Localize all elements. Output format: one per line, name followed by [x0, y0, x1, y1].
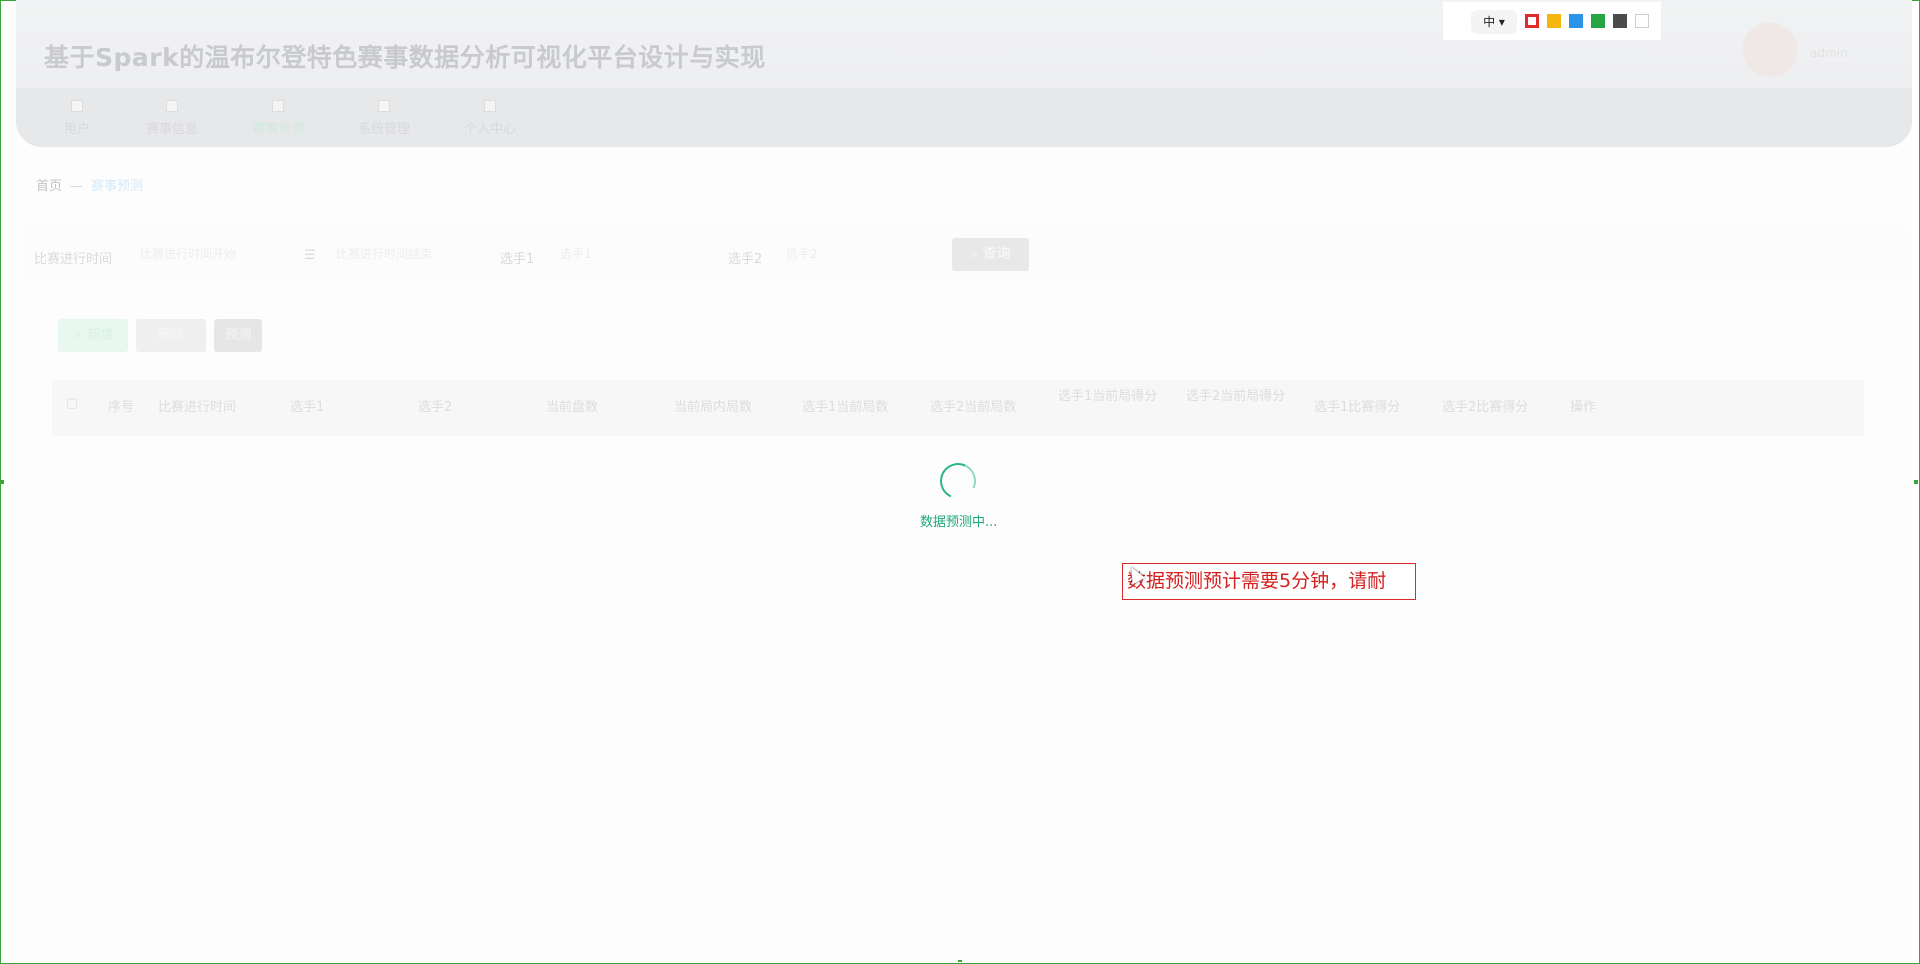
color-swatch-dark[interactable] — [1613, 14, 1627, 28]
nav-item-profile[interactable]: 个人中心 — [464, 100, 516, 137]
column-header[interactable]: 当前盘数 — [546, 396, 598, 415]
column-header[interactable]: 选手2 — [418, 396, 452, 415]
player1-label: 选手1 — [500, 252, 535, 267]
column-header[interactable]: 选手2当前局得分 — [1186, 386, 1298, 408]
column-header[interactable]: 选手2比赛得分 — [1442, 396, 1528, 415]
column-header[interactable]: 选手1当前局数 — [802, 396, 888, 415]
user-icon — [71, 100, 83, 112]
nav-item-system[interactable]: 系统管理 — [358, 100, 410, 137]
column-header[interactable]: 选手1比赛得分 — [1314, 396, 1400, 415]
resize-handle-right[interactable] — [1914, 480, 1918, 484]
time-end-input[interactable]: 比赛进行时间结束 — [336, 245, 432, 262]
nav-item-matches[interactable]: 赛事信息 — [146, 100, 198, 137]
nav-item-users[interactable]: 用户 — [64, 100, 90, 137]
color-swatch-green[interactable] — [1591, 14, 1605, 28]
column-header[interactable]: 选手1当前局得分 — [1058, 386, 1170, 408]
chart-icon — [272, 100, 284, 112]
breadcrumb-separator: — — [70, 179, 84, 194]
time-label: 比赛进行时间 — [34, 252, 113, 267]
player2-input[interactable]: 选手2 — [786, 245, 818, 262]
color-swatch-white[interactable] — [1635, 14, 1649, 28]
color-swatch-red[interactable] — [1525, 14, 1539, 28]
language-dropdown[interactable]: 中 ▾ — [1471, 10, 1517, 34]
user-name[interactable]: admin — [1810, 46, 1848, 60]
add-button[interactable]: + 新增 — [58, 319, 128, 352]
nav-item-prediction[interactable]: 赛事预测 — [252, 100, 304, 137]
column-header[interactable]: 操作 — [1570, 396, 1596, 415]
color-swatch-yellow[interactable] — [1547, 14, 1561, 28]
player1-input[interactable]: 选手1 — [560, 245, 592, 262]
gear-icon — [378, 100, 390, 112]
column-header[interactable]: 选手2当前局数 — [930, 396, 1016, 415]
column-header[interactable]: 比赛进行时间 — [158, 396, 236, 415]
delete-button[interactable]: 删除 — [136, 319, 206, 352]
color-swatch-blue[interactable] — [1569, 14, 1583, 28]
time-start-input[interactable]: 比赛进行时间开始 — [140, 245, 236, 262]
player2-label: 选手2 — [728, 252, 763, 267]
select-all-checkbox[interactable]: ▢ — [66, 396, 78, 411]
breadcrumb-current: 赛事预测 — [91, 179, 144, 194]
page-title: 基于Spark的温布尔登特色赛事数据分析可视化平台设计与实现 — [44, 43, 766, 72]
list-icon — [166, 100, 178, 112]
column-header[interactable]: 当前局内局数 — [674, 396, 752, 415]
breadcrumb-home[interactable]: 首页 — [36, 179, 62, 194]
column-header[interactable]: 序号 — [108, 396, 134, 415]
predict-button[interactable]: 预测 — [214, 319, 262, 352]
loading-text: 数据预测中... — [920, 515, 998, 530]
range-separator-icon: ☰ — [304, 248, 316, 263]
annotation-textbox[interactable]: 数据预测预计需要5分钟，请耐 — [1122, 563, 1416, 600]
search-icon: ⌕ — [970, 246, 983, 262]
column-header[interactable]: 选手1 — [290, 396, 324, 415]
resize-handle-left[interactable] — [0, 480, 4, 484]
avatar[interactable] — [1742, 22, 1798, 78]
breadcrumb: 首页 — 赛事预测 — [36, 175, 143, 194]
query-button[interactable]: ⌕ 查询 — [952, 238, 1029, 271]
person-icon — [484, 100, 496, 112]
